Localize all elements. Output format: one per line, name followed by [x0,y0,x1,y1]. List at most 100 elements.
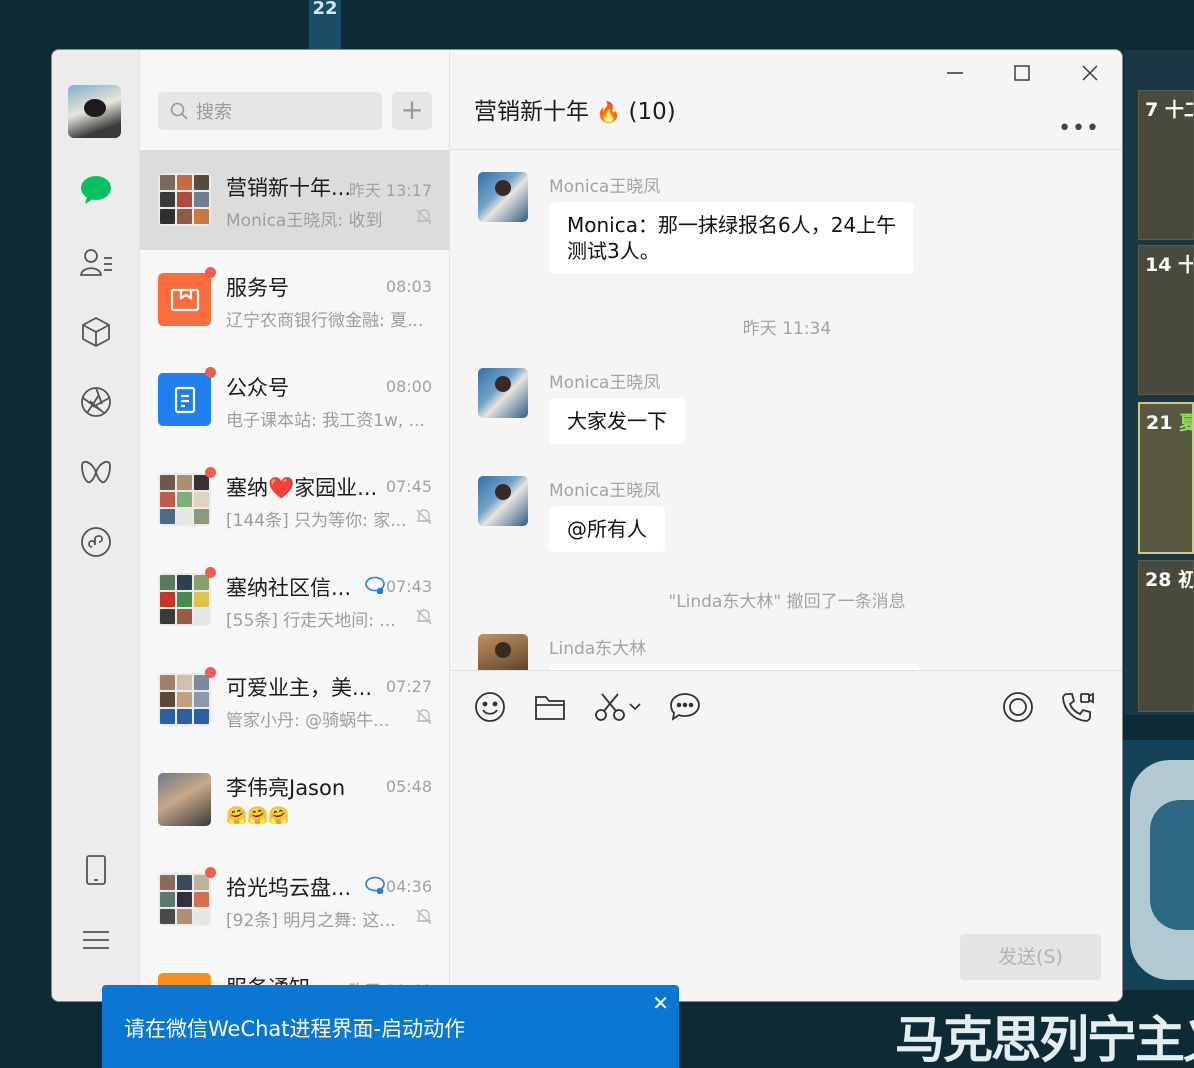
recall-notice: "Linda东大林" 撤回了一条消息 [668,592,906,612]
phone-icon[interactable] [76,850,116,890]
screenshot-scissors-icon[interactable] [590,687,630,727]
sender-avatar[interactable] [478,476,528,526]
toast-message: 请在微信WeChat进程界面-启动动作 [124,1017,466,1041]
sender-name: Monica王晓凤 [549,373,661,393]
calendar-day-14: 14 十九 [1138,245,1194,395]
chat-time: 08:00 [385,377,432,396]
message-text-line1: Monica：那一抹绿报名6人，24上午 [567,213,897,237]
chat-name: 拾光坞云盘... [226,876,352,900]
chat-name: 服务号 [226,276,289,300]
mini-programs-icon[interactable] [76,522,116,562]
nav-sidebar [52,50,140,1001]
search-icon [170,102,188,120]
emoji-icon[interactable] [470,687,510,727]
chat-preview: [144条] 只为等你: 家... [226,511,407,531]
unread-dot [205,367,216,378]
minimize-button[interactable] [935,62,975,84]
timestamp-separator: 昨天 11:34 [742,319,832,339]
chat-item-service-accounts[interactable]: 服务号 08:03 辽宁农商银行微金融: 夏... [140,250,449,350]
chat-time: 04:36 [385,877,432,896]
menu-icon[interactable] [76,920,116,960]
chat-time: 08:03 [385,277,432,296]
wechat-window: 搜索 + 营销新十年... 昨天 13:17 Monica王晓凤: 收到 服务号… [51,49,1123,1002]
sender-avatar[interactable] [478,634,528,670]
chat-preview: 辽宁农商银行微金融: 夏... [226,311,424,331]
automation-toast: 请在微信WeChat进程界面-启动动作 ✕ [102,985,679,1068]
chat-preview: 管家小丹: @骑蜗牛... [226,711,390,731]
chat-item-cloud-disk[interactable]: 拾光坞云盘... 04:36 [92条] 明月之舞: 这... [140,850,449,950]
chevron-down-icon[interactable] [625,687,645,727]
group-avatar [158,873,211,926]
group-avatar [158,573,211,626]
calendar-day-21: 21 夏至 [1138,402,1194,554]
official-account-icon [158,373,211,426]
input-divider [450,670,1122,671]
more-options-button[interactable]: ••• [1058,116,1100,141]
group-avatar [158,173,211,226]
close-button[interactable] [1070,62,1110,84]
chat-preview: Monica王晓凤: 收到 [226,211,383,231]
taskbar-date-number: 22 [312,0,338,19]
channels-icon[interactable] [76,452,116,492]
group-notice-icon [365,876,385,894]
send-button[interactable]: 发送(S) [960,934,1101,980]
chat-history-icon[interactable] [665,687,705,727]
chat-item-saina-community[interactable]: 塞纳社区信... 07:43 [55条] 行走天地间: ... [140,550,449,650]
unread-dot [205,567,216,578]
chat-main-panel: 营销新十年 🔥 (10) ••• Monica王晓凤 Monica：那一抹绿报名… [450,50,1122,1001]
mute-bell-icon [416,609,432,625]
sender-avatar[interactable] [478,172,528,222]
search-placeholder: 搜索 [196,102,232,123]
chat-name: 公众号 [226,376,289,400]
mute-bell-icon [416,209,432,225]
unread-dot [205,267,216,278]
chat-item-official-accounts[interactable]: 公众号 08:00 电子课本站: 我工资1w, ... [140,350,449,450]
search-input[interactable]: 搜索 [158,92,382,130]
message-bubble[interactable]: Monica：那一抹绿报名6人，24上午 测试3人。 [549,202,915,274]
chat-name: 可爱业主，美... [226,676,373,700]
chat-item-owners[interactable]: 可爱业主，美... 07:27 管家小丹: @骑蜗牛... [140,650,449,750]
chat-name: 塞纳社区信... [226,576,352,600]
sender-name: Monica王晓凤 [549,177,661,197]
calendar-day-7: 7 十二 [1138,90,1194,240]
group-notice-icon [365,576,385,594]
folder-icon[interactable] [530,687,570,727]
unread-dot [205,667,216,678]
voice-video-call-icon[interactable] [1058,687,1098,727]
chat-name: 李伟亮Jason [226,776,346,800]
user-avatar[interactable] [68,85,121,138]
chat-time: 07:27 [385,677,432,696]
unread-dot [205,867,216,878]
maximize-button[interactable] [1002,62,1042,84]
wallpaper-slogan: 马克思列宁主义毛泽 [895,1010,1194,1068]
chat-item-saina-home[interactable]: 塞纳❤️家园业... 07:45 [144条] 只为等你: 家... [140,450,449,550]
sender-name: Monica王晓凤 [549,481,661,501]
fire-emoji: 🔥 [596,100,622,124]
desktop-calendar-widget: 7 十二 14 十九 21 夏至 28 初三 [1124,50,1194,715]
sender-avatar[interactable] [478,368,528,418]
toast-close-icon[interactable]: ✕ [652,991,669,1015]
mute-bell-icon [416,509,432,525]
moments-aperture-icon[interactable] [76,382,116,422]
chat-item-yingxiao[interactable]: 营销新十年... 昨天 13:17 Monica王晓凤: 收到 [140,150,449,250]
chat-item-jason[interactable]: 李伟亮Jason 05:48 🤗🤗🤗 [140,750,449,850]
live-record-icon[interactable] [998,687,1038,727]
message-bubble[interactable]: 大家发一下 [549,398,685,444]
message-list: Monica王晓凤 Monica：那一抹绿报名6人，24上午 测试3人。 昨天 … [450,150,1122,670]
chat-time: 昨天 13:17 [348,181,432,200]
message-bubble[interactable]: @所有人 [549,506,665,552]
favorites-cube-icon[interactable] [76,312,116,352]
chat-preview: [55条] 行走天地间: ... [226,611,396,631]
contacts-icon[interactable] [76,242,116,282]
sender-name: Linda东大林 [549,639,647,659]
chat-time: 05:48 [385,777,432,796]
mute-bell-icon [416,909,432,925]
chat-icon[interactable] [76,170,116,210]
member-count: (10) [628,99,676,125]
add-button[interactable]: + [392,92,432,130]
taskbar-date-tile: 22 [309,0,341,50]
mute-bell-icon [416,709,432,725]
unread-dot [205,467,216,478]
chat-title: 营销新十年 🔥 (10) [474,99,676,125]
message-text-line2: 测试3人。 [567,239,660,263]
